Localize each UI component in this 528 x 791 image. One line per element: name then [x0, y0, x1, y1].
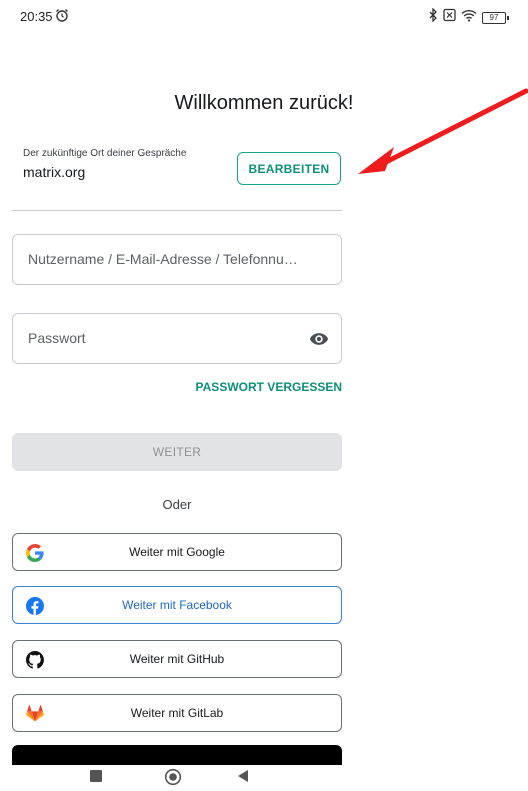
- back-icon[interactable]: [236, 769, 250, 788]
- continue-with-gitlab-button[interactable]: Weiter mit GitLab: [12, 694, 342, 732]
- github-label: Weiter mit GitHub: [129, 652, 225, 666]
- annotation-arrow-icon: [358, 88, 528, 174]
- continue-with-apple-button[interactable]: [12, 745, 342, 765]
- status-bar: 20:35 97: [0, 0, 528, 34]
- divider: [12, 210, 342, 211]
- recents-icon[interactable]: [90, 770, 102, 782]
- gitlab-label: Weiter mit GitLab: [130, 706, 224, 720]
- username-field[interactable]: Nutzername / E-Mail-Adresse / Telefonnu…: [12, 234, 342, 285]
- facebook-label: Weiter mit Facebook: [122, 598, 232, 612]
- battery-icon: 97: [482, 11, 509, 24]
- continue-button[interactable]: WEITER: [12, 433, 342, 471]
- alarm-icon: [55, 8, 69, 27]
- status-time: 20:35: [20, 9, 53, 24]
- show-password-eye-icon[interactable]: [309, 329, 329, 354]
- sim-icon: [443, 8, 456, 27]
- home-icon[interactable]: [164, 768, 182, 791]
- bluetooth-icon: [428, 7, 438, 27]
- edit-server-button[interactable]: BEARBEITEN: [237, 152, 341, 185]
- continue-with-facebook-button[interactable]: Weiter mit Facebook: [12, 586, 342, 624]
- forgot-password-link[interactable]: PASSWORT VERGESSEN: [12, 380, 342, 394]
- server-value: matrix.org: [23, 164, 86, 180]
- github-icon: [25, 651, 44, 669]
- continue-with-google-button[interactable]: Weiter mit Google: [12, 533, 342, 571]
- username-placeholder: Nutzername / E-Mail-Adresse / Telefonnu…: [28, 251, 298, 267]
- facebook-icon: [26, 597, 44, 615]
- password-field[interactable]: Passwort: [12, 313, 342, 364]
- or-separator: Oder: [162, 497, 192, 512]
- navigation-bar: [0, 765, 528, 791]
- server-label: Der zukünftige Ort deiner Gespräche: [23, 148, 187, 159]
- password-placeholder: Passwort: [28, 330, 86, 346]
- continue-with-github-button[interactable]: Weiter mit GitHub: [12, 640, 342, 678]
- wifi-icon: [461, 9, 477, 27]
- google-label: Weiter mit Google: [129, 545, 225, 559]
- google-icon: [26, 544, 44, 562]
- gitlab-icon: [26, 705, 44, 723]
